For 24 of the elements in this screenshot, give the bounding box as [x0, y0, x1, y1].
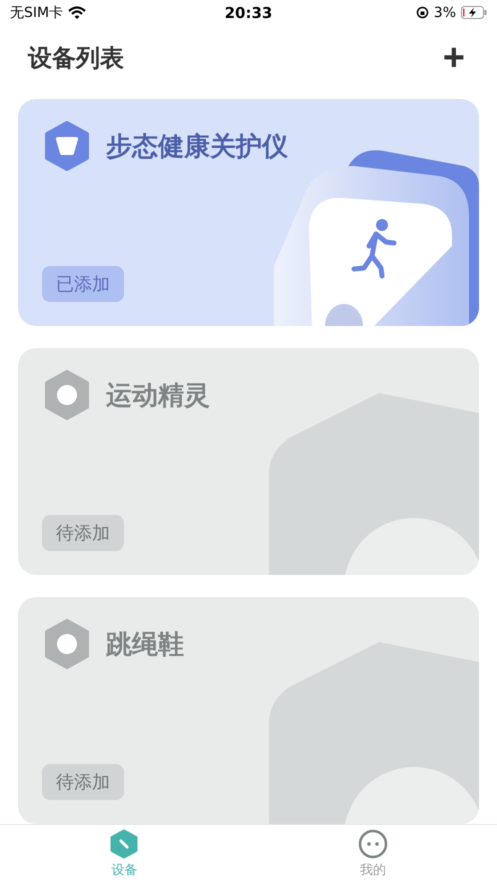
battery-charging-icon — [461, 6, 487, 19]
device-icon — [109, 829, 140, 859]
device-card[interactable]: 跳绳鞋 待添加 — [18, 597, 479, 824]
tab[interactable]: 设备 — [0, 825, 248, 883]
status-tag: 已添加 — [42, 266, 124, 302]
device-card[interactable]: 运动精灵 待添加 — [18, 348, 479, 575]
face-icon — [358, 829, 388, 859]
device-name: 跳绳鞋 — [106, 628, 184, 662]
status-tag: 待添加 — [42, 764, 124, 800]
tab[interactable]: 我的 — [248, 825, 497, 883]
clock: 20:33 — [224, 4, 272, 22]
add-button[interactable]: + — [438, 39, 469, 77]
carrier-label: 无SIM卡 — [10, 4, 64, 22]
rotation-lock-icon — [416, 6, 429, 19]
page-title: 设备列表 — [28, 43, 124, 74]
status-tag: 待添加 — [42, 515, 124, 551]
device-name: 运动精灵 — [106, 380, 210, 412]
hexagon-icon — [42, 370, 92, 420]
device-name: 步态健康关护仪 — [106, 130, 288, 164]
hexagon-icon — [42, 619, 92, 669]
battery-percent: 3% — [434, 4, 456, 20]
device-card[interactable]: 步态健康关护仪 已添加 — [18, 99, 479, 326]
hexagon-icon — [42, 121, 92, 171]
wifi-icon — [68, 6, 86, 19]
